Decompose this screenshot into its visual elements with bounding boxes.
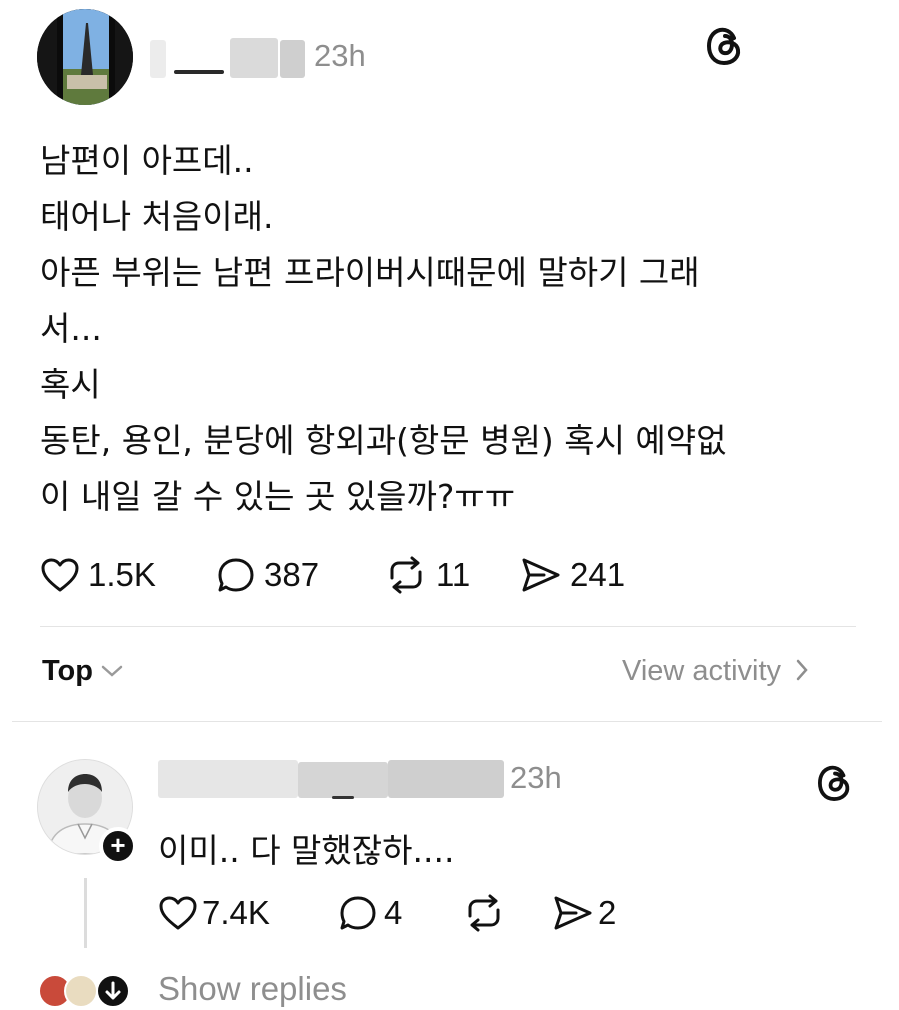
post-text-line: 혹시 [40, 365, 101, 404]
post-text-line: 서... [40, 309, 102, 348]
show-replies-link[interactable]: Show replies [158, 970, 347, 1008]
view-activity-link[interactable]: View activity [622, 655, 809, 688]
share-button[interactable]: 241 [520, 556, 625, 594]
threads-logo-icon[interactable] [706, 26, 743, 70]
reply-comment-button[interactable]: 4 [338, 894, 402, 932]
chevron-down-icon [101, 659, 123, 684]
send-icon [552, 894, 594, 932]
reply-text: 이미.. 다 말했잖하.... [158, 831, 455, 870]
send-icon [520, 556, 562, 594]
avatar-photo [37, 9, 133, 105]
divider [40, 626, 856, 627]
view-activity-label: View activity [622, 655, 782, 687]
share-count: 241 [570, 556, 626, 593]
repost-button[interactable]: 11 [384, 556, 470, 594]
post-text-line: 이 내일 갈 수 있는 곳 있을까?ㅠㅠ [40, 477, 516, 516]
comment-button[interactable]: 387 [216, 556, 319, 594]
reply-comment-count: 4 [384, 894, 403, 931]
post-text: 남편이 아프데.. 태어나 처음이래. 아픈 부위는 남편 프라이버시때문에 말… [40, 133, 870, 525]
reply-time: 23h [510, 760, 562, 795]
repost-icon [462, 894, 506, 932]
thread-connector-line [84, 878, 87, 948]
reply-like-count: 7.4K [202, 894, 270, 931]
sort-label: Top [42, 655, 93, 687]
post-time: 23h [314, 38, 366, 73]
repost-icon [384, 556, 428, 594]
reply-share-button[interactable]: 2 [552, 894, 616, 932]
like-count: 1.5K [88, 556, 156, 593]
follow-plus-button[interactable]: + [99, 827, 137, 865]
comment-bubble-icon [338, 894, 378, 932]
mini-avatar [64, 974, 98, 1008]
reply-share-count: 2 [598, 894, 617, 931]
divider [12, 721, 882, 722]
like-button[interactable]: 1.5K [40, 556, 156, 594]
chevron-right-icon [795, 658, 809, 686]
sort-dropdown[interactable]: Top [42, 655, 123, 688]
post-text-line: 아픈 부위는 남편 프라이버시때문에 말하기 그래 [40, 253, 700, 292]
post-text-line: 남편이 아프데.. [40, 141, 254, 180]
repost-count: 11 [436, 556, 471, 593]
arrow-down-circle-icon [96, 974, 130, 1008]
threads-logo-icon[interactable] [817, 764, 852, 806]
reply-repost-button[interactable] [462, 894, 506, 932]
reply-like-button[interactable]: 7.4K [158, 894, 270, 932]
heart-icon [158, 895, 198, 931]
reply-author-name-redacted[interactable] [158, 758, 504, 802]
author-name-redacted[interactable] [150, 36, 305, 82]
post-text-line: 태어나 처음이래. [40, 197, 274, 236]
heart-icon [40, 557, 80, 593]
author-avatar[interactable] [37, 9, 133, 105]
comment-count: 387 [264, 556, 320, 593]
post-text-line: 동탄, 용인, 분당에 항외과(항문 병원) 혹시 예약없 [40, 421, 727, 460]
replier-avatar-stack[interactable] [38, 974, 138, 1010]
comment-bubble-icon [216, 556, 256, 594]
